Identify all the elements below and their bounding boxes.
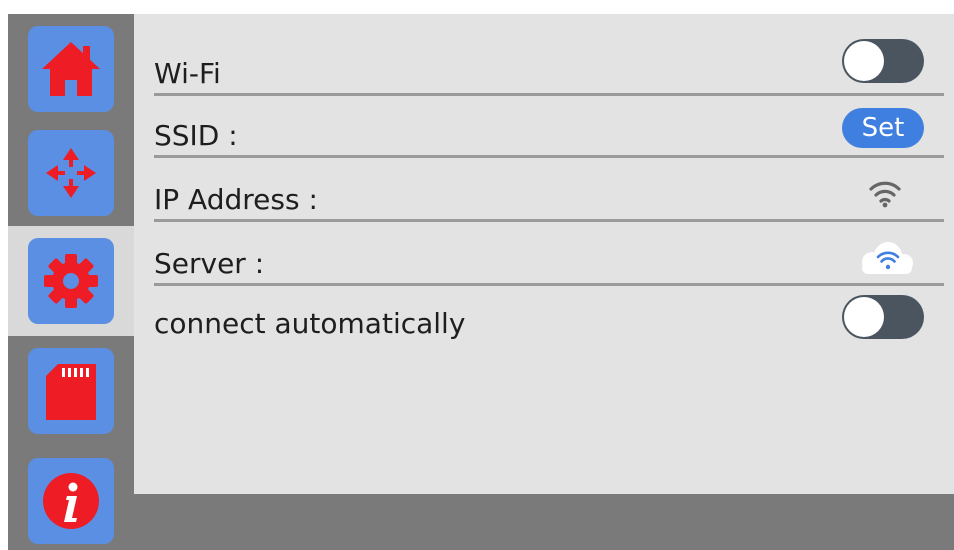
toggle-knob (844, 41, 884, 81)
auto-connect-row: connect automatically (154, 290, 954, 352)
sidebar-item-move[interactable] (28, 130, 114, 216)
move-arrows-icon (46, 148, 96, 198)
network-settings-panel: Wi-Fi SSID : Set IP Address : Server : c… (134, 14, 954, 494)
divider (154, 155, 944, 158)
cloud-wifi-icon (862, 242, 913, 274)
device-screen: Wi-Fi SSID : Set IP Address : Server : c… (8, 14, 954, 550)
auto-connect-label: connect automatically (154, 307, 466, 340)
ssid-set-button[interactable]: Set (842, 108, 924, 148)
server-label: Server : (154, 247, 265, 280)
sidebar-item-sd-card[interactable] (28, 348, 114, 434)
sidebar (8, 14, 134, 550)
wifi-row: Wi-Fi (154, 34, 954, 96)
sidebar-item-info[interactable] (28, 458, 114, 544)
home-icon (42, 42, 100, 96)
wifi-toggle[interactable] (842, 39, 924, 83)
ip-address-row: IP Address : (154, 160, 954, 222)
gear-icon (44, 254, 98, 308)
wifi-signal-icon (869, 181, 901, 208)
ssid-label: SSID : (154, 119, 238, 152)
sd-card-icon (46, 364, 96, 420)
info-icon (43, 473, 99, 529)
sidebar-item-home[interactable] (28, 26, 114, 112)
ssid-row: SSID : Set (154, 96, 954, 158)
divider (154, 219, 944, 222)
wifi-label: Wi-Fi (154, 57, 221, 90)
divider (154, 283, 944, 286)
server-row: Server : (154, 224, 954, 286)
toggle-knob (844, 297, 884, 337)
auto-connect-toggle[interactable] (842, 295, 924, 339)
sidebar-item-settings[interactable] (28, 238, 114, 324)
ip-address-label: IP Address : (154, 183, 318, 216)
